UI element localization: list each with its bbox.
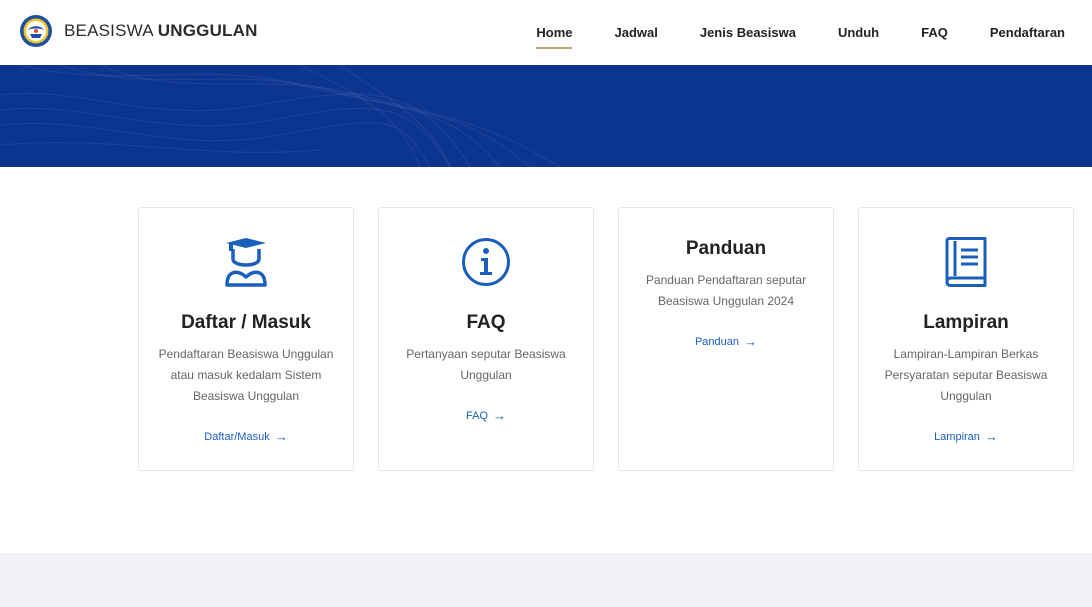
top-navbar: BEASISWA UNGGULAN Home Jadwal Jenis Beas… [0, 0, 1092, 65]
nav-home[interactable]: Home [536, 17, 573, 49]
brand-title-light: BEASISWA [64, 21, 158, 40]
link-label: FAQ [465, 409, 488, 422]
card-faq: FAQ Pertanyaan seputar Beasiswa Unggulan… [378, 207, 594, 471]
nav-unduh[interactable]: Unduh [838, 17, 879, 48]
card-daftar-masuk: Daftar / Masuk Pendaftaran Beasiswa Ungg… [138, 207, 354, 471]
card-title: Daftar / Masuk [181, 312, 311, 333]
card-description: Pendaftaran Beasiswa Unggulan atau masuk… [158, 347, 334, 403]
nav-jadwal[interactable]: Jadwal [614, 17, 657, 48]
info-circle-icon [461, 236, 511, 288]
brand-title-bold: UNGGULAN [157, 21, 258, 40]
link-label: Daftar/Masuk [204, 430, 270, 443]
nav-faq[interactable]: FAQ [921, 17, 948, 48]
card-title: FAQ [466, 312, 506, 333]
panduan-link[interactable]: Panduan → [695, 334, 757, 349]
brand-home-link[interactable]: BEASISWA UNGGULAN [19, 14, 258, 48]
feature-cards: Daftar / Masuk Pendaftaran Beasiswa Ungg… [138, 207, 1074, 471]
arrow-right-icon: → [984, 429, 998, 444]
lampiran-link[interactable]: Lampiran → [934, 429, 998, 444]
footer-band [0, 553, 1092, 607]
nav-pendaftaran[interactable]: Pendaftaran [990, 17, 1065, 48]
card-description: Lampiran-Lampiran Berkas Persyaratan sep… [884, 347, 1048, 403]
graduate-student-icon [223, 236, 269, 288]
card-description: Panduan Pendaftaran seputar Beasiswa Ung… [645, 273, 807, 308]
arrow-right-icon: → [493, 408, 506, 423]
tut-wuri-handayani-logo-icon [20, 15, 52, 47]
card-panduan: Panduan Panduan Pendaftaran seputar Beas… [618, 207, 834, 471]
arrow-right-icon: → [744, 334, 758, 349]
hero-wave-pattern [0, 65, 561, 167]
card-description: Pertanyaan seputar Beasiswa Unggulan [406, 347, 566, 382]
card-title: Lampiran [923, 312, 1009, 333]
main-nav: Home Jadwal Jenis Beasiswa Unduh FAQ Pen… [536, 0, 1065, 65]
link-label: Lampiran [934, 430, 980, 443]
arrow-right-icon: → [274, 429, 288, 444]
book-icon [944, 236, 988, 288]
nav-jenis-beasiswa[interactable]: Jenis Beasiswa [700, 17, 796, 48]
link-label: Panduan [694, 335, 740, 348]
card-lampiran: Lampiran Lampiran-Lampiran Berkas Persya… [858, 207, 1074, 471]
daftar-masuk-link[interactable]: Daftar/Masuk → [204, 429, 287, 444]
hero-banner [0, 65, 1092, 167]
card-title: Panduan [685, 238, 767, 259]
faq-link[interactable]: FAQ → [466, 408, 506, 423]
brand-title: BEASISWA UNGGULAN [64, 21, 258, 41]
